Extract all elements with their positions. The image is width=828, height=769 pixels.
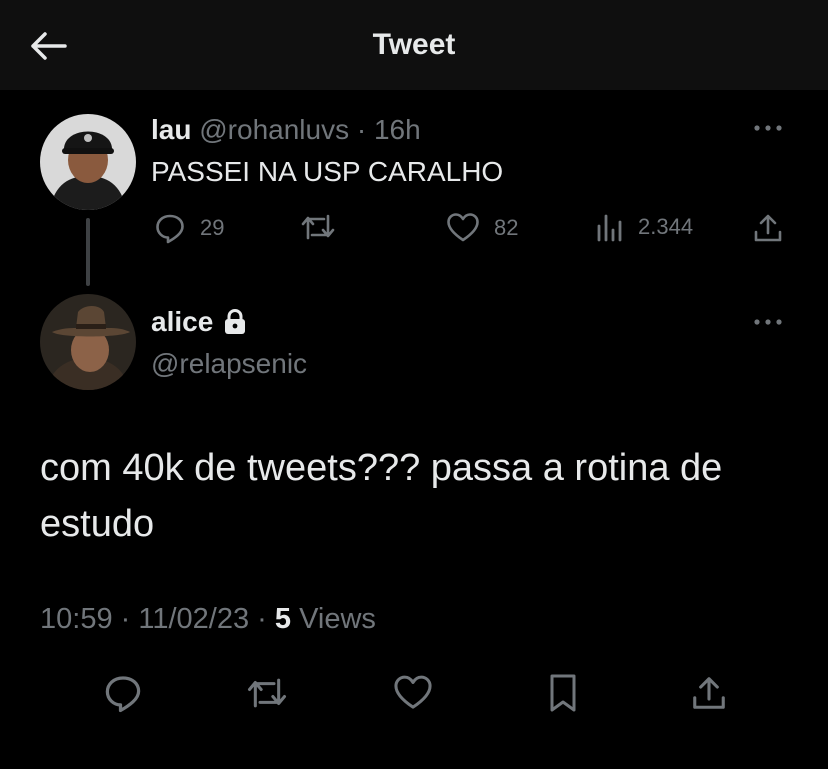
like-button[interactable]: 82	[446, 212, 518, 244]
tweet-text: PASSEI NA USP CARALHO	[151, 156, 504, 187]
reply-name-row: alice	[151, 306, 307, 338]
tweet-actions: 29 82 2.344	[0, 208, 828, 250]
post-date[interactable]: 11/02/23	[138, 603, 249, 635]
bookmark-button[interactable]	[538, 668, 588, 718]
retweet-button[interactable]	[242, 668, 292, 718]
handle[interactable]: @rohanluvs	[199, 114, 349, 145]
analytics-icon	[597, 214, 622, 242]
separator: ·	[120, 603, 139, 635]
avatar-image	[40, 294, 136, 390]
tweet-text: com 40k de tweets??? passa a rotina de e…	[40, 447, 723, 545]
share-button[interactable]	[752, 212, 784, 244]
avatar[interactable]	[40, 114, 136, 210]
retweet-icon	[301, 214, 335, 240]
reply-button[interactable]	[98, 668, 148, 718]
display-name[interactable]: lau	[151, 114, 191, 145]
view-count: 2.344	[638, 214, 694, 239]
heart-icon	[394, 675, 432, 709]
avatar[interactable]	[40, 294, 136, 390]
tweet-header: lau @rohanluvs · 16h	[151, 114, 421, 146]
views-button[interactable]: 2.344	[596, 212, 693, 242]
like-button[interactable]	[388, 668, 438, 718]
post-time[interactable]: 10:59	[40, 603, 113, 635]
separator: ·	[356, 114, 367, 145]
reply-count: 29	[200, 215, 225, 240]
top-bar: Tweet	[0, 0, 828, 90]
more-options-button[interactable]	[748, 116, 788, 140]
display-name[interactable]: alice	[151, 306, 213, 338]
like-count: 82	[494, 215, 519, 240]
more-horizontal-icon	[754, 319, 782, 325]
lock-icon	[225, 309, 246, 334]
more-options-button[interactable]	[748, 310, 788, 334]
share-icon	[754, 214, 782, 242]
handle[interactable]: @relapsenic	[151, 348, 307, 380]
share-button[interactable]	[684, 668, 734, 718]
views-label: Views	[299, 603, 376, 635]
views-count: 5	[274, 603, 292, 635]
separator: ·	[257, 603, 275, 635]
timestamp[interactable]: 16h	[374, 114, 421, 145]
heart-icon	[447, 213, 479, 242]
reply-button[interactable]: 29	[154, 212, 224, 244]
tweet-action-bar	[0, 668, 828, 718]
more-horizontal-icon	[754, 125, 782, 131]
bookmark-icon	[550, 674, 576, 712]
reply-header: alice @relapsenic	[151, 306, 307, 380]
reply-icon	[105, 676, 141, 713]
retweet-button[interactable]	[300, 212, 336, 242]
reply-icon	[156, 214, 184, 244]
share-icon	[693, 677, 725, 709]
tweet-meta: 10:59 · 11/02/23 · 5 Views	[40, 603, 376, 636]
page-title: Tweet	[372, 28, 456, 61]
retweet-icon	[247, 678, 287, 708]
avatar-image	[40, 114, 136, 210]
